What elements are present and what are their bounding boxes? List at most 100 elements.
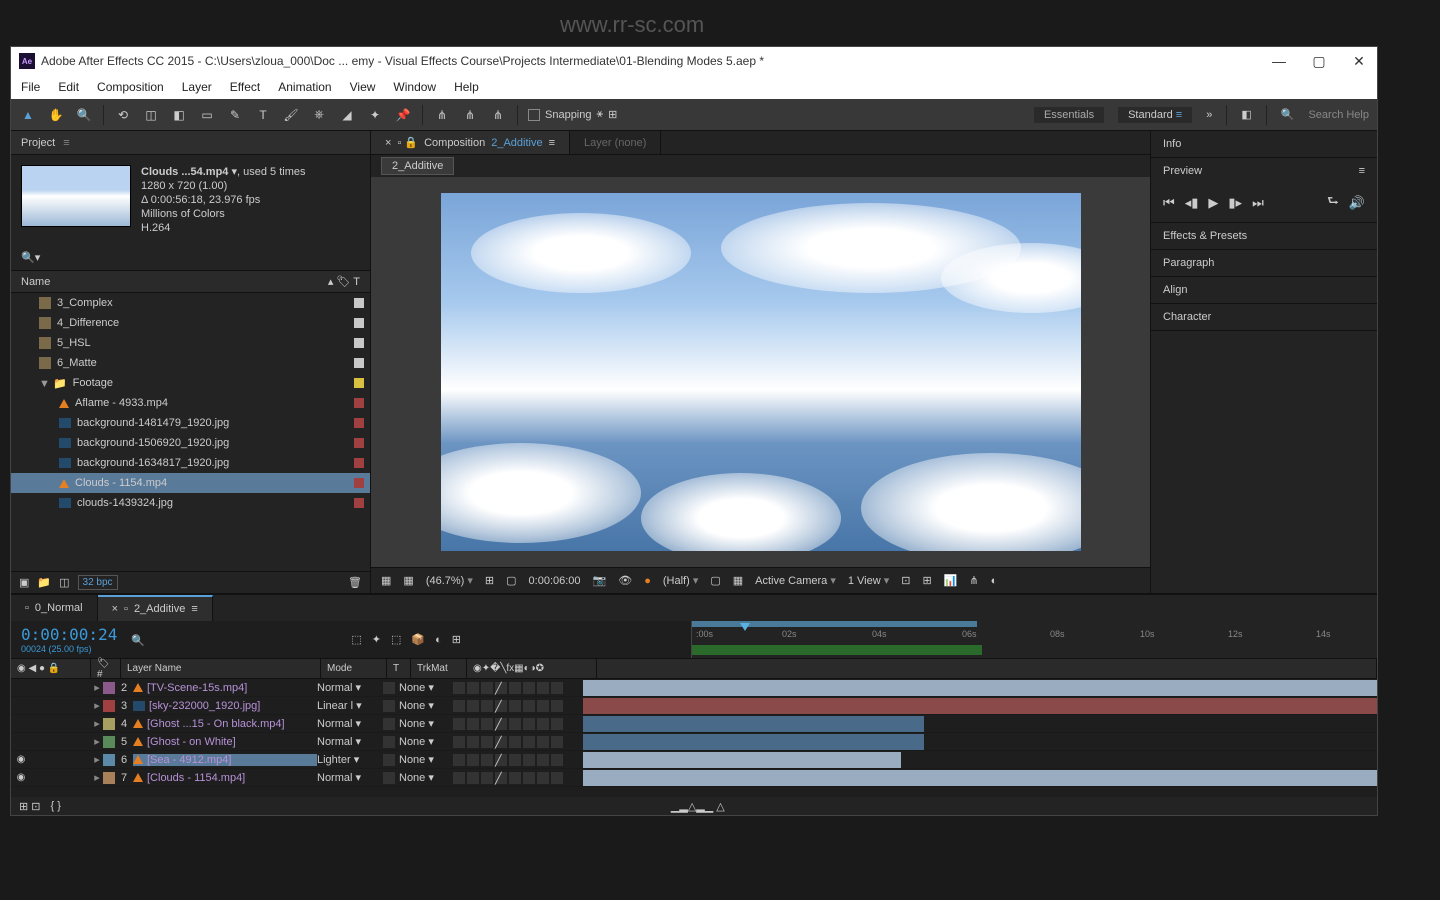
fast-preview-icon[interactable]: ⊞	[923, 574, 932, 587]
res-icon[interactable]: ⊞	[485, 574, 494, 587]
tree-item[interactable]: Aflame - 4933.mp4	[11, 393, 370, 413]
tl-icon[interactable]: ⊞	[452, 633, 461, 646]
channel-icon[interactable]: ●	[644, 575, 651, 587]
timeline-tab-1[interactable]: ×▫2_Additive≡	[98, 595, 213, 621]
tree-item[interactable]: Clouds - 1154.mp4	[11, 473, 370, 493]
menu-effect[interactable]: Effect	[230, 80, 260, 94]
tl-icon[interactable]: ⬚	[391, 633, 401, 646]
next-frame-icon[interactable]: ▮▸	[1228, 195, 1242, 211]
timeline-icon[interactable]: 📊	[944, 574, 958, 587]
tree-item[interactable]: background-1481479_1920.jpg	[11, 413, 370, 433]
snapping-toggle[interactable]: Snapping⚹⊞	[528, 108, 617, 121]
eraser-tool-icon[interactable]: ◢	[338, 106, 356, 124]
menu-layer[interactable]: Layer	[182, 80, 212, 94]
mute-icon[interactable]: 🔊	[1349, 195, 1365, 211]
comp-tab[interactable]: ×▫ 🔒Composition2_Additive≡	[371, 131, 570, 154]
project-search[interactable]: 🔍▾	[11, 245, 370, 271]
character-panel[interactable]: Character	[1151, 304, 1377, 330]
menu-edit[interactable]: Edit	[58, 80, 79, 94]
layer-row[interactable]: ▸4 [Ghost ...15 - On black.mp4]Normal ▾ …	[11, 715, 1377, 733]
zoom-tool-icon[interactable]: 🔍	[75, 106, 93, 124]
timeline-tab-0[interactable]: ▫0_Normal	[11, 595, 98, 621]
comp-viewer[interactable]	[371, 177, 1150, 567]
res-dropdown[interactable]: (Half)	[663, 574, 698, 587]
paragraph-panel[interactable]: Paragraph	[1151, 250, 1377, 276]
preview-panel[interactable]: Preview≡	[1151, 158, 1377, 184]
layer-row[interactable]: ▸3 [sky-232000_1920.jpg]Linear l ▾ None …	[11, 697, 1377, 715]
prev-frame-icon[interactable]: ◂▮	[1185, 195, 1199, 211]
project-tree[interactable]: 3_Complex4_Difference5_HSL6_Matte▼ 📁Foot…	[11, 293, 370, 571]
roto-tool-icon[interactable]: ✦	[366, 106, 384, 124]
tree-item[interactable]: 6_Matte	[11, 353, 370, 373]
interpret-icon[interactable]: ▣	[19, 576, 29, 589]
zoom-slider[interactable]: ▁▂△▂▁ △	[671, 800, 725, 813]
orbit-tool-icon[interactable]: ⟲	[114, 106, 132, 124]
col-name[interactable]: Name	[21, 276, 50, 288]
flowchart-tab[interactable]: 2_Additive	[381, 157, 454, 175]
tree-item[interactable]: ▼ 📁Footage	[11, 373, 370, 393]
workspace-essentials[interactable]: Essentials	[1034, 107, 1104, 123]
tl-icon[interactable]: ⬚	[351, 633, 361, 646]
layer-tab[interactable]: Layer (none)	[570, 131, 661, 154]
clone-tool-icon[interactable]: ⎈	[310, 106, 328, 124]
tl-icon[interactable]: 📦	[411, 633, 425, 646]
world-axis-icon[interactable]: ⋔	[461, 106, 479, 124]
hand-tool-icon[interactable]: ✋	[47, 106, 65, 124]
tree-item[interactable]: 4_Difference	[11, 313, 370, 333]
toggle-switches-icon[interactable]: ⊞ ⊡	[19, 800, 41, 813]
view-axis-icon[interactable]: ⋔	[489, 106, 507, 124]
time-ruler[interactable]: :00s 02s 04s 06s 08s 10s 12s 14s	[691, 621, 1377, 658]
tree-item[interactable]: 3_Complex	[11, 293, 370, 313]
camera-tool-icon[interactable]: ◫	[142, 106, 160, 124]
layer-list[interactable]: ▸2 [TV-Scene-15s.mp4]Normal ▾ None ▾╱▸3 …	[11, 679, 1377, 797]
tl-icon[interactable]: ◐	[435, 634, 442, 646]
maximize-button[interactable]: ▢	[1309, 53, 1329, 70]
tree-item[interactable]: background-1506920_1920.jpg	[11, 433, 370, 453]
minimize-button[interactable]: —	[1269, 53, 1289, 70]
workspace-standard[interactable]: Standard ≡	[1118, 107, 1192, 123]
cc-icon[interactable]: ◧	[1241, 108, 1251, 121]
snapshot-icon[interactable]: 📷	[593, 574, 607, 587]
search-help-input[interactable]: Search Help	[1308, 109, 1369, 121]
tl-icon[interactable]: ✦	[372, 633, 381, 646]
zoom-dropdown[interactable]: (46.7%)	[426, 574, 473, 587]
current-time-indicator[interactable]	[740, 623, 750, 631]
bracket-icon[interactable]: { }	[51, 800, 61, 812]
menu-animation[interactable]: Animation	[278, 80, 331, 94]
brush-tool-icon[interactable]: 🖌	[282, 106, 300, 124]
play-icon[interactable]: ▶	[1208, 195, 1218, 211]
menu-window[interactable]: Window	[393, 80, 436, 94]
grid-icon[interactable]: ▦	[403, 574, 413, 587]
info-panel[interactable]: Info	[1151, 131, 1377, 157]
menu-help[interactable]: Help	[454, 80, 479, 94]
new-comp-icon[interactable]: ◫	[59, 576, 69, 589]
bpc-toggle[interactable]: 32 bpc	[78, 575, 118, 590]
more-workspaces-icon[interactable]: »	[1206, 109, 1212, 121]
safe-icon[interactable]: ▢	[506, 574, 516, 587]
align-panel[interactable]: Align	[1151, 277, 1377, 303]
last-frame-icon[interactable]: ⏭	[1252, 195, 1264, 211]
puppet-tool-icon[interactable]: 📌	[394, 106, 412, 124]
folder-icon[interactable]: 📁	[37, 576, 51, 589]
menu-view[interactable]: View	[350, 80, 376, 94]
tree-item[interactable]: 5_HSL	[11, 333, 370, 353]
asset-thumbnail[interactable]	[21, 165, 131, 227]
menu-composition[interactable]: Composition	[97, 80, 164, 94]
alpha-icon[interactable]: ▦	[381, 574, 391, 587]
close-button[interactable]: ✕	[1349, 53, 1369, 70]
time-display[interactable]: 0:00:06:00	[529, 575, 581, 587]
project-tab[interactable]: Project	[21, 137, 55, 149]
camera-dropdown[interactable]: Active Camera	[755, 574, 836, 587]
show-snapshot-icon[interactable]: 👁	[618, 574, 632, 587]
menu-file[interactable]: File	[21, 80, 40, 94]
tree-item[interactable]: background-1634817_1920.jpg	[11, 453, 370, 473]
effects-panel[interactable]: Effects & Presets	[1151, 223, 1377, 249]
layer-row[interactable]: ▸5 [Ghost - on White]Normal ▾ None ▾╱	[11, 733, 1377, 751]
pan-behind-tool-icon[interactable]: ◧	[170, 106, 188, 124]
transparency-icon[interactable]: ▦	[733, 574, 743, 587]
layer-row[interactable]: ◉▸6 [Sea - 4912.mp4]Lighter ▾ None ▾╱	[11, 751, 1377, 769]
pixel-aspect-icon[interactable]: ⊡	[901, 574, 910, 587]
trash-icon[interactable]: 🗑	[348, 576, 362, 589]
layer-row[interactable]: ▸2 [TV-Scene-15s.mp4]Normal ▾ None ▾╱	[11, 679, 1377, 697]
loop-icon[interactable]: ⮑	[1327, 192, 1339, 214]
